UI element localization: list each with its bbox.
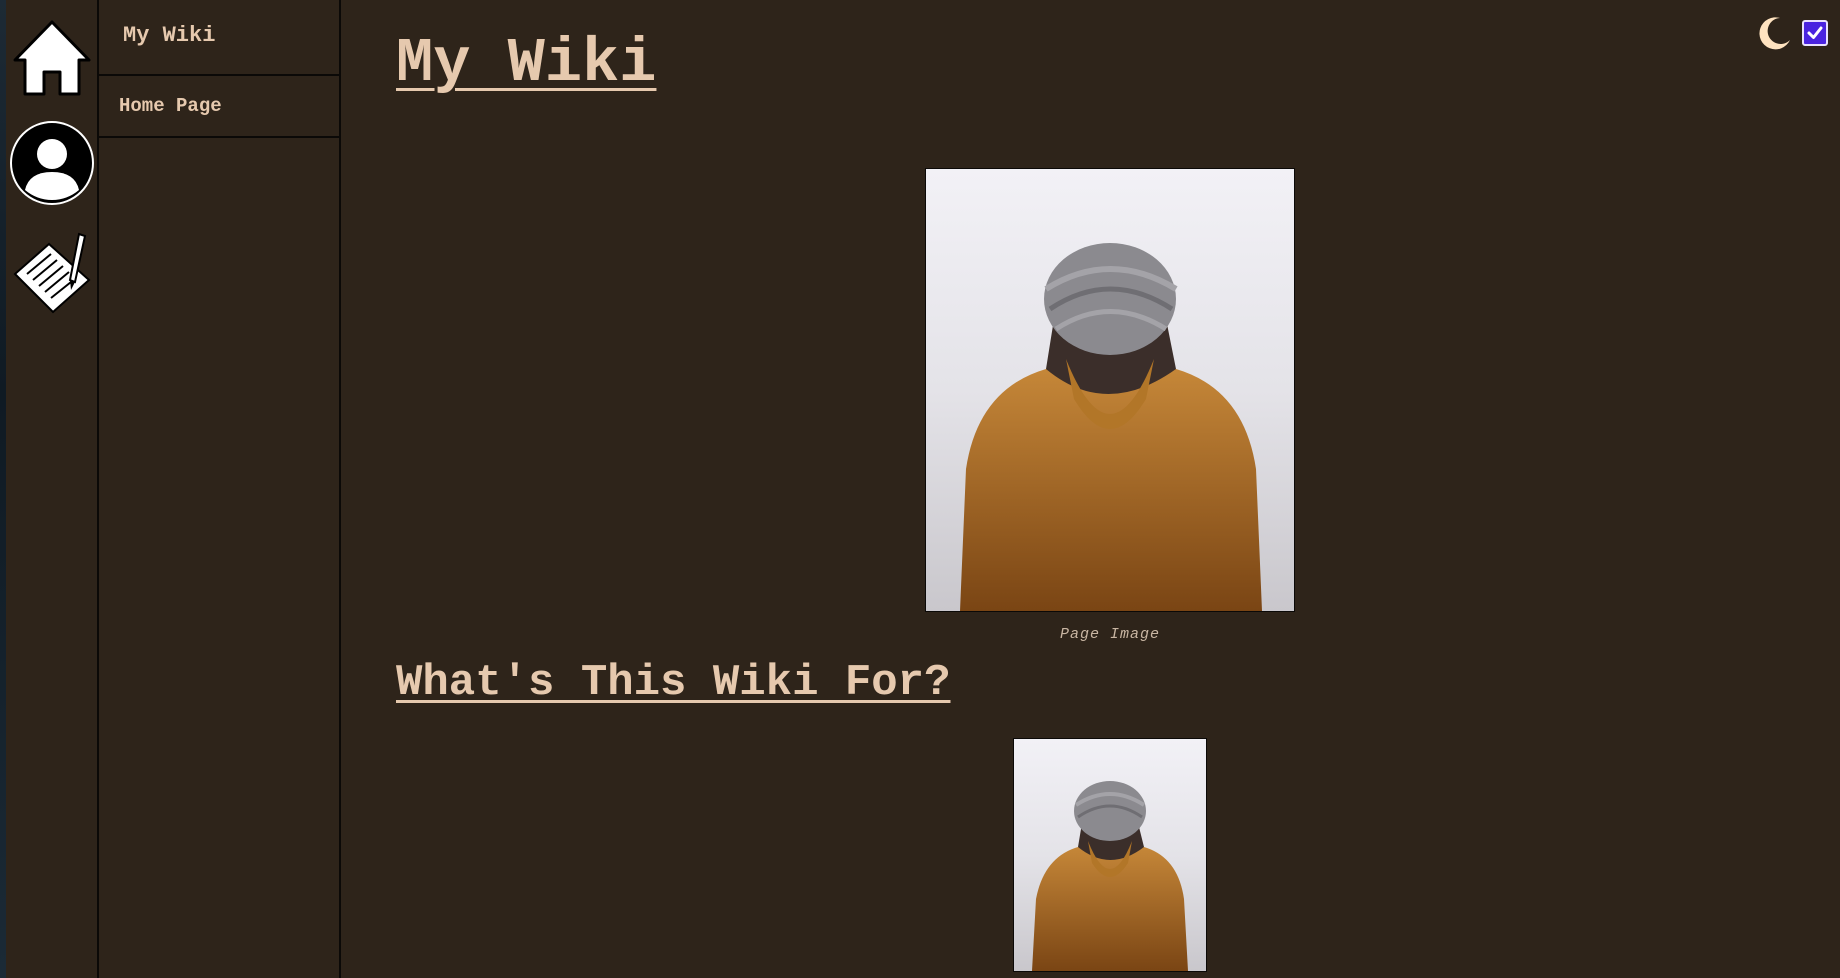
edit-document-icon[interactable] xyxy=(6,230,97,320)
page-image-figure: Page Image xyxy=(925,168,1295,643)
user-avatar-icon[interactable] xyxy=(6,120,97,206)
moon-icon xyxy=(1759,17,1790,50)
dark-mode-checkbox[interactable] xyxy=(1802,20,1828,46)
main-content: My Wiki Page Image What's This Wiki For? xyxy=(341,0,1840,978)
section-heading[interactable]: What's This Wiki For? xyxy=(396,658,951,708)
sidebar-item-home-page[interactable]: Home Page xyxy=(99,76,339,138)
page-image xyxy=(925,168,1295,612)
home-icon[interactable] xyxy=(6,16,97,98)
section-image-figure xyxy=(1013,738,1207,972)
section-image xyxy=(1013,738,1207,972)
sidebar: My Wiki Home Page xyxy=(99,0,341,978)
sidebar-title[interactable]: My Wiki xyxy=(99,0,339,76)
icon-rail xyxy=(6,0,99,978)
theme-toggle xyxy=(1758,16,1828,50)
page-image-caption: Page Image xyxy=(1059,626,1160,643)
checkmark-icon xyxy=(1807,26,1823,39)
page-title[interactable]: My Wiki xyxy=(396,28,656,99)
